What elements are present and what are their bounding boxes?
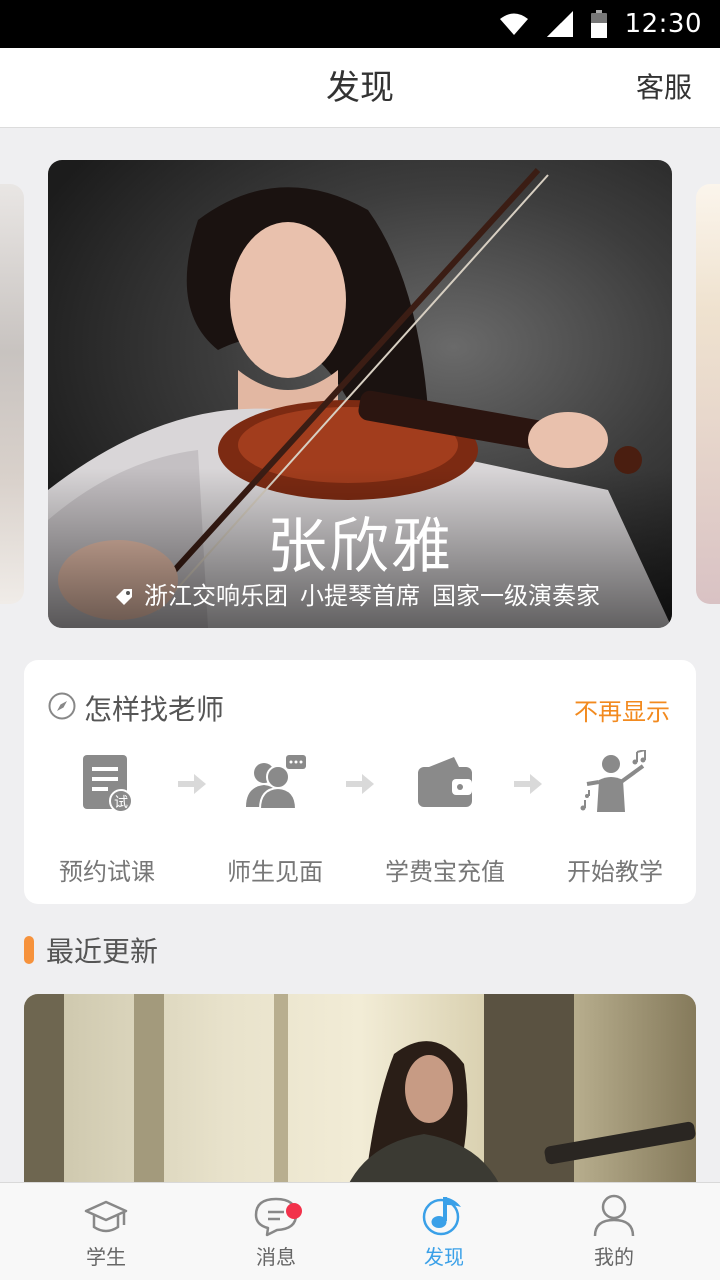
step-recharge: 学费宝充值 — [370, 748, 520, 887]
page-title: 发现 — [326, 68, 394, 108]
battery-icon — [590, 10, 607, 38]
step-label: 学费宝充值 — [385, 858, 505, 886]
carousel-prev-card[interactable] — [0, 184, 24, 604]
trial-lesson-icon: 试 — [83, 755, 133, 813]
step-label: 开始教学 — [567, 858, 663, 886]
user-icon — [593, 1194, 635, 1237]
step-meet: 师生见面 — [200, 748, 350, 887]
carousel-next-card[interactable] — [696, 184, 720, 604]
tab-student[interactable]: 学生 — [46, 1183, 166, 1280]
customer-service-button[interactable]: 客服 — [636, 48, 692, 128]
teacher-tag: 浙江交响乐团 — [144, 582, 288, 610]
wallet-icon — [418, 757, 472, 807]
teacher-tag: 国家一级演奏家 — [432, 582, 600, 610]
dismiss-guide-button[interactable]: 不再显示 — [574, 692, 670, 727]
graduation-cap-icon — [84, 1200, 128, 1233]
wifi-icon — [499, 12, 529, 36]
bottom-tab-bar: 学生 消息 发现 我的 — [0, 1182, 720, 1280]
recent-update-card[interactable] — [24, 994, 696, 1194]
tab-label: 我的 — [594, 1245, 634, 1269]
unread-badge — [286, 1203, 302, 1219]
featured-carousel[interactable]: 张欣雅 浙江交响乐团 小提琴首席 国家一级演奏家 — [0, 160, 720, 628]
teaching-icon — [580, 750, 646, 812]
guide-title: 怎样找老师 — [84, 693, 225, 726]
featured-teacher-card[interactable]: 张欣雅 浙江交响乐团 小提琴首席 国家一级演奏家 — [48, 160, 672, 628]
tab-mine[interactable]: 我的 — [554, 1183, 674, 1280]
compass-icon — [48, 692, 76, 720]
status-time: 12:30 — [624, 9, 702, 39]
guitarist-photo — [24, 994, 696, 1194]
tag-icon — [116, 589, 132, 605]
how-to-find-teacher-card: 怎样找老师 不再显示 试 预约试课 师生见面 学费宝充值 开始教学 — [24, 660, 696, 904]
tab-messages[interactable]: 消息 — [216, 1183, 336, 1280]
section-marker — [24, 936, 34, 964]
teacher-tags: 浙江交响乐团 小提琴首席 国家一级演奏家 — [48, 576, 672, 611]
tab-label: 消息 — [256, 1245, 296, 1269]
tab-label: 发现 — [424, 1245, 464, 1269]
tab-label: 学生 — [86, 1245, 126, 1269]
recent-updates-header: 最近更新 — [24, 932, 158, 968]
meeting-icon — [246, 755, 306, 810]
status-bar: 12:30 — [0, 0, 720, 48]
step-label: 师生见面 — [227, 858, 323, 886]
header: 发现 客服 — [0, 48, 720, 128]
svg-text:试: 试 — [114, 795, 128, 811]
signal-icon — [546, 11, 573, 37]
tab-discover[interactable]: 发现 — [384, 1183, 504, 1280]
recent-updates-title: 最近更新 — [46, 935, 159, 968]
step-start-teaching: 开始教学 — [540, 748, 690, 887]
step-label: 预约试课 — [59, 858, 155, 886]
teacher-tag: 小提琴首席 — [300, 582, 420, 610]
music-note-icon — [422, 1197, 461, 1236]
teacher-name: 张欣雅 — [267, 512, 453, 582]
step-book-trial: 试 预约试课 — [32, 748, 182, 887]
